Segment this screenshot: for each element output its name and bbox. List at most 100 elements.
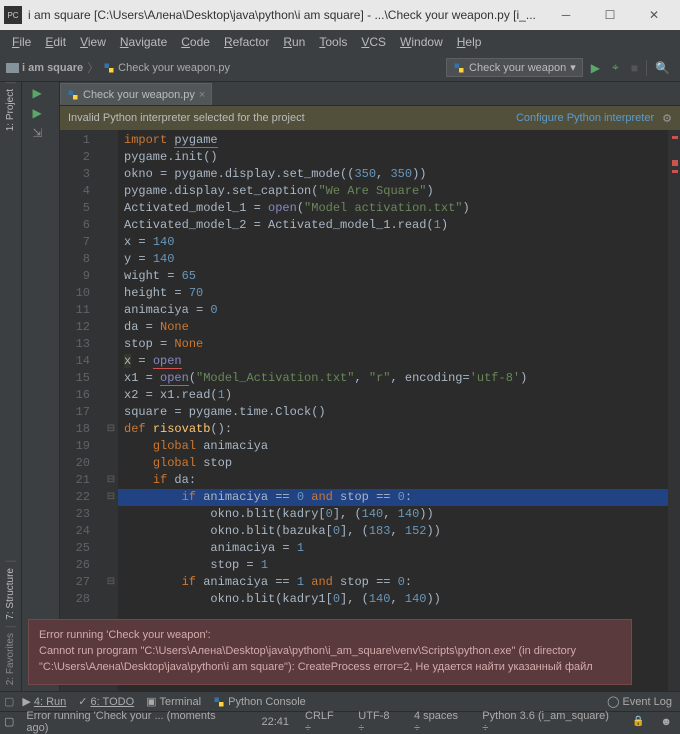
fold-marker[interactable]	[104, 268, 118, 285]
code-content[interactable]: import pygamepygame.init()okno = pygame.…	[118, 130, 668, 691]
code-line[interactable]: height = 70	[118, 285, 668, 302]
favorites-tool-button[interactable]: 2: Favorites	[5, 626, 16, 691]
python-console-tool-tab[interactable]: Python Console	[209, 696, 310, 708]
menu-file[interactable]: File	[6, 33, 37, 51]
line-number[interactable]: 15	[60, 370, 104, 387]
code-line[interactable]: okno = pygame.display.set_mode((350, 350…	[118, 166, 668, 183]
fold-marker[interactable]	[104, 455, 118, 472]
lock-icon[interactable]: 🔒	[628, 716, 648, 727]
fold-marker[interactable]	[104, 404, 118, 421]
fold-marker[interactable]	[104, 234, 118, 251]
breadcrumb[interactable]: i am square	[6, 62, 83, 74]
menu-help[interactable]: Help	[451, 33, 488, 51]
line-number[interactable]: 11	[60, 302, 104, 319]
line-number[interactable]: 26	[60, 557, 104, 574]
error-stripe[interactable]	[668, 130, 680, 691]
menu-window[interactable]: Window	[394, 33, 449, 51]
fold-marker[interactable]	[104, 557, 118, 574]
line-number[interactable]: 12	[60, 319, 104, 336]
line-number[interactable]: 23	[60, 506, 104, 523]
project-tool-button[interactable]: 1: Project	[5, 82, 16, 137]
tool-window-icon[interactable]: ▢	[4, 695, 14, 708]
fold-marker[interactable]: ⊟	[104, 574, 118, 591]
fold-marker[interactable]	[104, 302, 118, 319]
todo-tool-tab[interactable]: ✓ 6: TODO	[74, 695, 138, 708]
line-number[interactable]: 20	[60, 455, 104, 472]
fold-marker[interactable]	[104, 217, 118, 234]
line-number[interactable]: 16	[60, 387, 104, 404]
breadcrumb-file[interactable]: Check your weapon.py	[103, 62, 230, 74]
code-line[interactable]: if animaciya == 0 and stop == 0:	[118, 489, 668, 506]
menu-run[interactable]: Run	[277, 33, 311, 51]
fold-marker[interactable]	[104, 591, 118, 608]
code-line[interactable]: y = 140	[118, 251, 668, 268]
code-line[interactable]: x2 = x1.read(1)	[118, 387, 668, 404]
line-number[interactable]: 3	[60, 166, 104, 183]
line-number[interactable]: 27	[60, 574, 104, 591]
line-number[interactable]: 22	[60, 489, 104, 506]
fold-marker[interactable]: ⊟	[104, 421, 118, 438]
run-tool-tab[interactable]: ▶ 4: Run	[18, 695, 70, 708]
line-number[interactable]: 28	[60, 591, 104, 608]
code-line[interactable]: stop = 1	[118, 557, 668, 574]
fold-marker[interactable]	[104, 438, 118, 455]
fold-marker[interactable]	[104, 183, 118, 200]
line-number[interactable]: 2	[60, 149, 104, 166]
python-interpreter[interactable]: Python 3.6 (i_am_square) ÷	[478, 710, 620, 734]
code-line[interactable]: Activated_model_1 = open("Model activati…	[118, 200, 668, 217]
debug-button[interactable]: ⌖	[608, 56, 623, 79]
code-line[interactable]: x = 140	[118, 234, 668, 251]
fold-marker[interactable]: ⊟	[104, 489, 118, 506]
code-line[interactable]: def risovatb():	[118, 421, 668, 438]
line-number[interactable]: 25	[60, 540, 104, 557]
run-play-icon[interactable]: ▶	[33, 86, 49, 102]
menu-tools[interactable]: Tools	[313, 33, 353, 51]
code-line[interactable]: okno.blit(kadry1[0], (140, 140))	[118, 591, 668, 608]
code-line[interactable]: square = pygame.time.Clock()	[118, 404, 668, 421]
terminal-tool-tab[interactable]: ▣ Terminal	[142, 695, 205, 708]
line-number[interactable]: 10	[60, 285, 104, 302]
code-line[interactable]: if animaciya == 1 and stop == 0:	[118, 574, 668, 591]
stop-button[interactable]: ■	[627, 57, 642, 79]
fold-marker[interactable]	[104, 132, 118, 149]
run-debug-icon[interactable]: ▶	[33, 106, 49, 122]
code-line[interactable]: x = open	[118, 353, 668, 370]
code-line[interactable]: okno.blit(bazuka[0], (183, 152))	[118, 523, 668, 540]
fold-marker[interactable]	[104, 370, 118, 387]
code-line[interactable]: if da:	[118, 472, 668, 489]
fold-marker[interactable]	[104, 251, 118, 268]
run-config-selector[interactable]: Check your weapon ▾	[446, 58, 583, 77]
hector-icon[interactable]: ☻	[656, 716, 676, 728]
collapse-icon[interactable]: ⇲	[33, 126, 49, 142]
code-line[interactable]: da = None	[118, 319, 668, 336]
menu-edit[interactable]: Edit	[39, 33, 72, 51]
file-encoding[interactable]: UTF-8 ÷	[354, 710, 402, 734]
line-number[interactable]: 13	[60, 336, 104, 353]
fold-marker[interactable]	[104, 319, 118, 336]
code-line[interactable]: animaciya = 1	[118, 540, 668, 557]
line-number[interactable]: 18	[60, 421, 104, 438]
fold-marker[interactable]	[104, 540, 118, 557]
close-tab-icon[interactable]: ×	[199, 89, 205, 101]
fold-marker[interactable]	[104, 200, 118, 217]
fold-marker[interactable]	[104, 285, 118, 302]
line-number[interactable]: 17	[60, 404, 104, 421]
code-line[interactable]: global animaciya	[118, 438, 668, 455]
code-editor[interactable]: 1234567891011121314151617181920212223242…	[60, 130, 680, 691]
gear-icon[interactable]: ⚙	[662, 112, 672, 125]
line-number[interactable]: 19	[60, 438, 104, 455]
line-separator[interactable]: CRLF ÷	[301, 710, 346, 734]
code-line[interactable]: x1 = open("Model_Activation.txt", "r", e…	[118, 370, 668, 387]
run-button[interactable]: ▶	[587, 57, 604, 79]
line-number[interactable]: 7	[60, 234, 104, 251]
code-line[interactable]: import pygame	[118, 132, 668, 149]
fold-marker[interactable]	[104, 523, 118, 540]
caret-position[interactable]: 22:41	[257, 716, 293, 728]
close-button[interactable]: ✕	[632, 0, 676, 30]
fold-marker[interactable]: ⊟	[104, 472, 118, 489]
error-notification[interactable]: Error running 'Check your weapon': Canno…	[28, 619, 632, 685]
menu-refactor[interactable]: Refactor	[218, 33, 275, 51]
event-log-tool-tab[interactable]: ◯ Event Log	[603, 695, 676, 708]
indent-setting[interactable]: 4 spaces ÷	[410, 710, 470, 734]
line-number[interactable]: 8	[60, 251, 104, 268]
